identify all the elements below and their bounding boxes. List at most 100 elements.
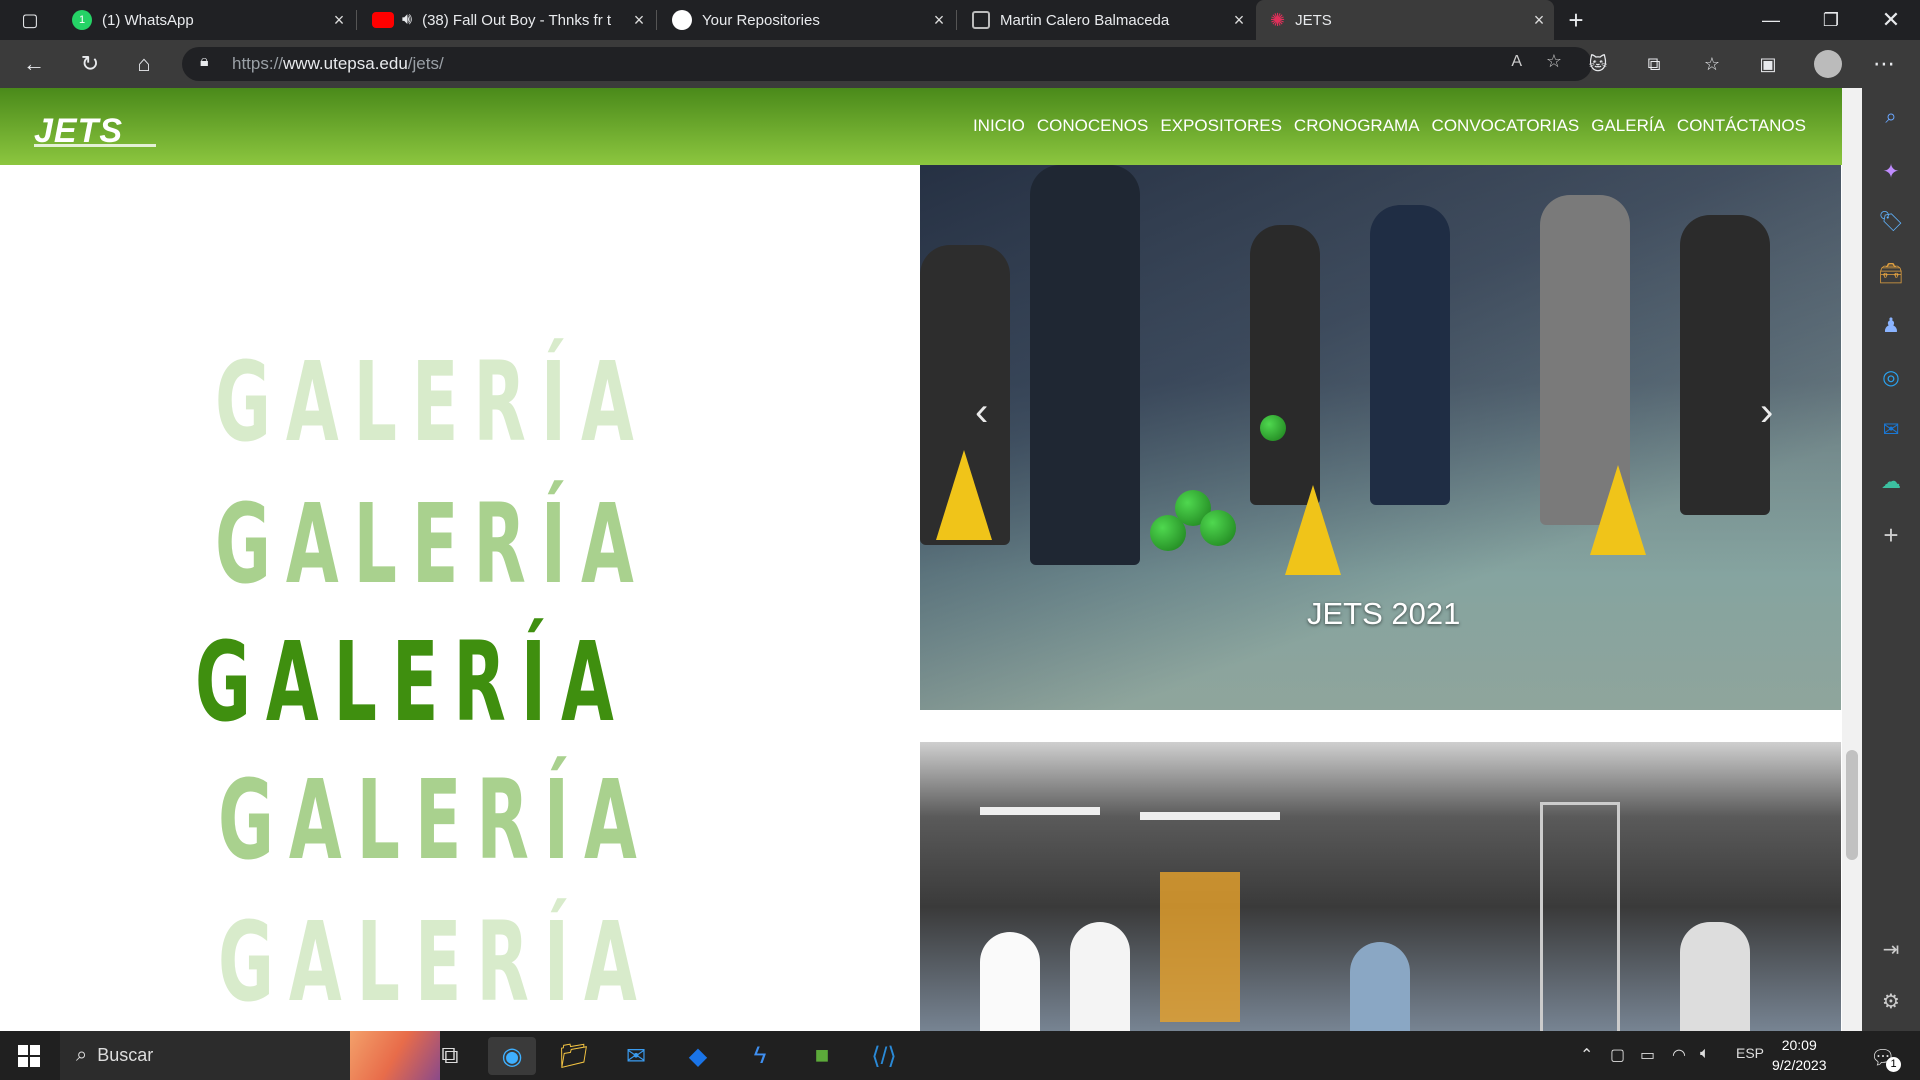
nav-cronograma[interactable]: CRONOGRAMA bbox=[1294, 116, 1420, 136]
extensions-icon[interactable]: ⧉ bbox=[1638, 48, 1670, 80]
gallery-photo[interactable] bbox=[920, 742, 1841, 1031]
close-icon[interactable]: × bbox=[924, 10, 954, 31]
settings-gear-icon[interactable]: ⚙ bbox=[1876, 986, 1906, 1016]
language-indicator[interactable]: ESP bbox=[1736, 1045, 1764, 1061]
new-tab-icon[interactable]: + bbox=[1560, 4, 1592, 36]
traffic-cone bbox=[936, 450, 992, 540]
tab-actions-icon[interactable]: ▢ bbox=[14, 4, 46, 36]
gallery-heading-light: GALERÍA bbox=[218, 756, 652, 884]
start-button[interactable] bbox=[0, 1031, 58, 1080]
ceiling-light bbox=[1140, 812, 1280, 820]
close-icon[interactable]: × bbox=[324, 10, 354, 31]
traffic-cone bbox=[1590, 465, 1646, 555]
crowd-person bbox=[1680, 215, 1770, 515]
notification-badge: 1 bbox=[1886, 1057, 1901, 1072]
web-page: JETS INICIO CONOCENOS EXPOSITORES CRONOG… bbox=[0, 88, 1862, 1031]
tab-youtube[interactable]: 🔊︎ (38) Fall Out Boy - Thnks fr t × bbox=[358, 0, 654, 40]
outlook-icon[interactable]: ✉ bbox=[1876, 414, 1906, 444]
nav-inicio[interactable]: INICIO bbox=[973, 116, 1025, 136]
tab-title: Your Repositories bbox=[702, 11, 820, 29]
read-aloud-icon[interactable]: A bbox=[1511, 53, 1522, 71]
add-icon[interactable]: + bbox=[1876, 520, 1906, 550]
address-bar[interactable]: 🔒︎ https://www.utepsa.edu/jets/ A ☆ bbox=[182, 47, 1592, 81]
gallery-heading-faded: GALERÍA bbox=[218, 898, 652, 1026]
search-icon[interactable]: ⌕ bbox=[1876, 102, 1906, 132]
tray-chevron-icon[interactable]: ⌃ bbox=[1580, 1045, 1593, 1065]
gallery-heading-faded: GALERÍA bbox=[215, 338, 649, 466]
taskbar-clock[interactable]: 20:09 9/2/2023 bbox=[1772, 1035, 1827, 1075]
crowd-person bbox=[1070, 922, 1130, 1031]
task-view-icon[interactable]: ⧉ bbox=[426, 1037, 474, 1075]
office-icon[interactable]: ◎ bbox=[1876, 362, 1906, 392]
more-menu-icon[interactable]: ⋯ bbox=[1868, 48, 1900, 80]
page-scrollbar[interactable] bbox=[1842, 88, 1862, 1031]
shopping-tag-icon[interactable]: 🏷︎ bbox=[1876, 206, 1906, 236]
minecraft-icon[interactable]: ■ bbox=[798, 1037, 846, 1075]
nav-expositores[interactable]: EXPOSITORES bbox=[1160, 116, 1282, 136]
dropbox-icon[interactable]: ◆ bbox=[674, 1037, 722, 1075]
carousel-prev-icon[interactable]: ‹ bbox=[975, 390, 988, 435]
clock-date: 9/2/2023 bbox=[1772, 1057, 1827, 1073]
mail-icon[interactable]: ✉ bbox=[612, 1037, 660, 1075]
taskbar-search[interactable]: ⌕ Buscar bbox=[60, 1031, 440, 1080]
close-icon[interactable]: × bbox=[624, 10, 654, 31]
speaker-icon[interactable]: 🔊︎ bbox=[402, 11, 412, 29]
windows-logo-icon bbox=[18, 1044, 40, 1067]
vscode-icon[interactable]: ⟨/⟩ bbox=[860, 1037, 908, 1075]
games-icon[interactable]: ♟ bbox=[1876, 310, 1906, 340]
back-icon[interactable]: ← bbox=[18, 48, 50, 80]
robot-ball bbox=[1200, 510, 1236, 546]
nav-convocatorias[interactable]: CONVOCATORIAS bbox=[1432, 116, 1580, 136]
tab-title: (1) WhatsApp bbox=[102, 11, 194, 29]
edge-icon[interactable]: ◉ bbox=[488, 1037, 536, 1075]
home-icon[interactable]: ⌂ bbox=[128, 48, 160, 80]
crowd-person bbox=[1250, 225, 1320, 505]
collections-icon[interactable]: ▣ bbox=[1752, 48, 1784, 80]
gallery-heading-light: GALERÍA bbox=[215, 480, 649, 608]
browser-tab-strip: ▢ 1 (1) WhatsApp × 🔊︎ (38) Fall Out Boy … bbox=[0, 0, 1920, 40]
logo-tagline bbox=[34, 144, 156, 147]
tab-title: (38) Fall Out Boy - Thnks fr t bbox=[422, 11, 612, 29]
wifi-icon[interactable]: ◠ bbox=[1672, 1045, 1686, 1065]
minimize-icon[interactable]: — bbox=[1755, 4, 1787, 36]
app-s-icon[interactable]: ϟ bbox=[736, 1037, 784, 1075]
copilot-icon[interactable]: ✦ bbox=[1876, 156, 1906, 186]
extension-cat-icon[interactable]: 🐱︎ bbox=[1582, 48, 1614, 80]
tab-title: Martin Calero Balmaceda bbox=[1000, 11, 1170, 29]
file-explorer-icon[interactable]: 📁︎ bbox=[550, 1037, 598, 1075]
scrollbar-thumb[interactable] bbox=[1846, 750, 1858, 860]
battery-icon[interactable]: ▭ bbox=[1640, 1045, 1655, 1065]
tab-whatsapp[interactable]: 1 (1) WhatsApp × bbox=[58, 0, 354, 40]
exhibit-machine bbox=[1160, 872, 1240, 1022]
carousel-next-icon[interactable]: › bbox=[1760, 390, 1773, 435]
main-nav: INICIO CONOCENOS EXPOSITORES CRONOGRAMA … bbox=[973, 116, 1806, 136]
close-icon[interactable]: × bbox=[1524, 10, 1554, 31]
window-close-icon[interactable]: ✕ bbox=[1875, 4, 1907, 36]
carousel-caption: JETS 2021 bbox=[1307, 596, 1461, 631]
sidebar-toggle-icon[interactable]: ⇥ bbox=[1876, 934, 1906, 964]
tab-profile[interactable]: Martin Calero Balmaceda × bbox=[958, 0, 1254, 40]
nav-conocenos[interactable]: CONOCENOS bbox=[1037, 116, 1148, 136]
close-icon[interactable]: × bbox=[1224, 10, 1254, 31]
exhibit-tower bbox=[1540, 802, 1620, 1031]
nav-contactanos[interactable]: CONTÁCTANOS bbox=[1677, 116, 1806, 136]
drop-icon[interactable]: ☁ bbox=[1876, 466, 1906, 496]
url-domain: www.utepsa.edu bbox=[283, 54, 408, 73]
favorite-star-icon[interactable]: ☆ bbox=[1546, 51, 1562, 72]
tools-icon[interactable]: 🧰︎ bbox=[1876, 258, 1906, 288]
nav-galeria[interactable]: GALERÍA bbox=[1591, 116, 1665, 136]
avatar[interactable] bbox=[1812, 48, 1844, 80]
tray-device-icon[interactable]: ▢ bbox=[1610, 1045, 1625, 1065]
profile-icon bbox=[972, 11, 990, 29]
volume-icon[interactable]: 🔈︎ bbox=[1700, 1045, 1710, 1063]
refresh-icon[interactable]: ↻ bbox=[74, 48, 106, 80]
favorites-icon[interactable]: ☆ bbox=[1696, 48, 1728, 80]
windows-taskbar: ⌕ Buscar ⧉ ◉ 📁︎ ✉ ◆ ϟ ■ ⟨/⟩ ⌃ ▢ ▭ ◠ 🔈︎ E… bbox=[0, 1031, 1920, 1080]
tab-title: JETS bbox=[1295, 11, 1332, 29]
robot-ball bbox=[1150, 515, 1186, 551]
tab-github[interactable]: Your Repositories × bbox=[658, 0, 954, 40]
tab-divider bbox=[656, 10, 657, 30]
clock-time: 20:09 bbox=[1781, 1037, 1817, 1053]
tab-jets[interactable]: ✺ JETS × bbox=[1256, 0, 1554, 40]
restore-icon[interactable]: ❐ bbox=[1815, 4, 1847, 36]
